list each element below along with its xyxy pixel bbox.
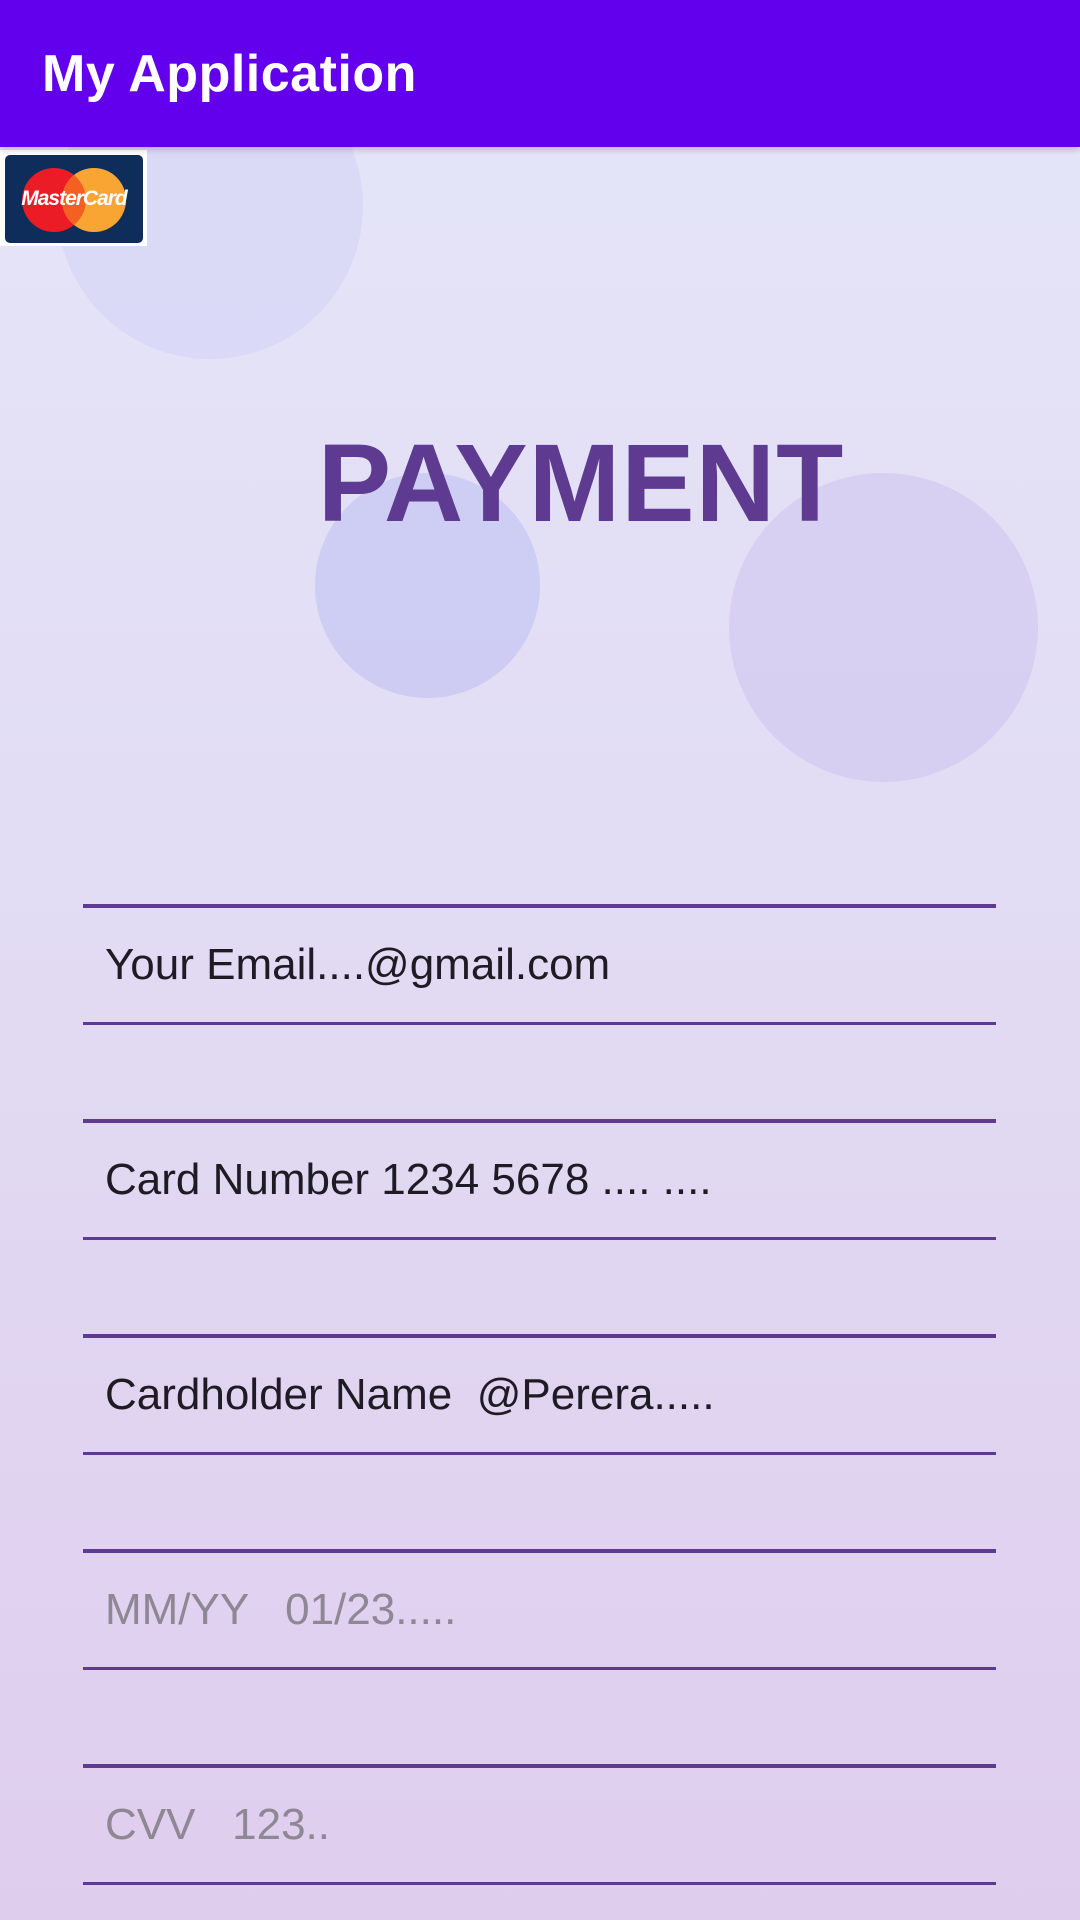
app-bar: My Application	[0, 0, 1080, 147]
expiry-field-container	[83, 1549, 996, 1670]
cvv-field-container	[83, 1764, 996, 1885]
app-title: My Application	[42, 45, 417, 103]
email-field[interactable]	[105, 908, 975, 1022]
page-title: PAYMENT	[317, 422, 845, 545]
expiry-date-field[interactable]	[105, 1553, 975, 1667]
cardholder-name-field-container	[83, 1334, 996, 1455]
email-field-container	[83, 904, 996, 1025]
mastercard-icon: MasterCard	[0, 150, 147, 246]
card-number-field-container	[83, 1119, 996, 1240]
mastercard-logo-text: MasterCard	[21, 187, 128, 210]
card-number-field[interactable]	[105, 1123, 975, 1237]
cardholder-name-field[interactable]	[105, 1338, 975, 1452]
cvv-field[interactable]	[105, 1768, 975, 1882]
